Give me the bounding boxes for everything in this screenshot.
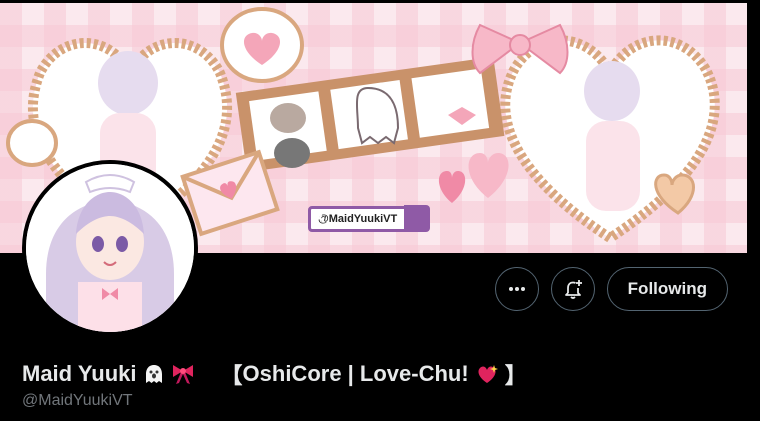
ribbon-icon [171,363,195,385]
search-icon [312,204,430,231]
profile-name-row: Maid Yuuki 【 OshiCore | Love-Chu! 】 [22,358,527,390]
ghost-icon [143,363,165,385]
banner-handle-chip: @MaidYuukiVT [308,204,430,232]
profile-avatar[interactable] [22,160,198,336]
sparkling-heart-icon [475,363,499,385]
more-button[interactable] [494,267,539,311]
profile-actions: Following [494,267,728,311]
display-name: Maid Yuuki [22,361,137,386]
more-icon [508,287,525,291]
avatar-image [26,164,194,332]
profile-handle: @MaidYuukiVT [22,392,133,409]
bio-tag-text: OshiCore | Love-Chu! [242,361,469,386]
bio-tag-open: 【 [220,363,243,388]
notifications-button[interactable] [550,267,595,311]
following-button[interactable]: Following [606,267,728,311]
scrollbar[interactable] [747,0,760,421]
bell-plus-icon [564,280,582,299]
bio-tag-close: 】 [504,363,527,388]
